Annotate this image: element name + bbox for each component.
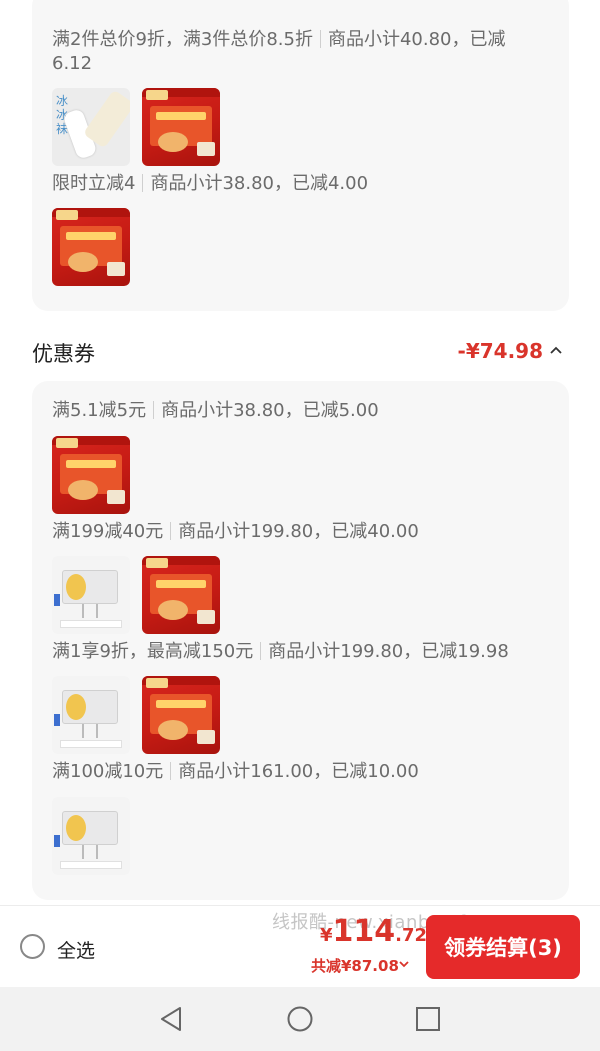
total-saved[interactable]: 共减¥87.08 xyxy=(311,955,399,976)
home-circle-icon[interactable] xyxy=(286,1005,314,1033)
appliance-info-row xyxy=(60,861,122,869)
product-thumb-gift-box[interactable] xyxy=(142,88,220,166)
coupon-card: 满5.1减5元 商品小计38.80，已减5.00 满199减40元 商品小计199.… xyxy=(32,381,569,900)
product-thumb-appliance[interactable] xyxy=(52,797,130,875)
chevron-up-icon[interactable] xyxy=(549,344,563,358)
appliance-light-shape xyxy=(66,694,86,720)
price-tag-shape xyxy=(197,730,215,744)
divider xyxy=(319,30,321,48)
price-currency: ¥ xyxy=(320,925,333,946)
promo-summary: 商品小计40.80，已减 xyxy=(327,29,506,50)
system-navigation-bar xyxy=(0,987,600,1051)
divider xyxy=(153,401,155,419)
total-price: ¥114.72 xyxy=(320,914,427,949)
back-triangle-icon[interactable] xyxy=(158,1005,186,1033)
promo-summary-continued: 6.12 xyxy=(52,53,93,74)
price-tag-shape xyxy=(107,262,125,276)
appliance-stand-shape xyxy=(82,604,98,618)
price-tag-shape xyxy=(197,610,215,624)
product-thumb-socks[interactable]: 冰 冰 袜 xyxy=(52,88,130,166)
coupon-total-amount: -¥74.98 xyxy=(457,339,543,363)
promotion-discount-card: 满2件总价9折，满3件总价8.5折 商品小计40.80，已减 6.12 冰 冰 袜… xyxy=(32,0,569,311)
price-integer: 114 xyxy=(332,914,396,949)
coupon-rule: 满1享9折，最高减150元 xyxy=(52,641,254,662)
appliance-light-shape xyxy=(66,815,86,841)
promo-line: 限时立减4 商品小计38.80，已减4.00 xyxy=(52,172,368,196)
select-all-radio[interactable] xyxy=(20,934,45,959)
product-thumb-gift-box[interactable] xyxy=(52,436,130,514)
divider xyxy=(142,174,144,192)
coupon-section-title: 优惠券 xyxy=(32,342,95,366)
appliance-stand-shape xyxy=(82,845,98,859)
product-thumb-appliance[interactable] xyxy=(52,676,130,754)
price-tag-shape xyxy=(107,490,125,504)
coupon-rule: 满100减10元 xyxy=(52,761,164,782)
coupon-rule: 满199减40元 xyxy=(52,521,164,542)
food-shape xyxy=(68,480,98,500)
appliance-info-row xyxy=(60,740,122,748)
chevron-down-icon[interactable] xyxy=(397,957,411,971)
checkout-button[interactable]: 领券结算(3) xyxy=(426,915,580,979)
promo-rule: 满2件总价9折，满3件总价8.5折 xyxy=(52,29,313,50)
appliance-flag-shape xyxy=(54,714,60,726)
divider xyxy=(170,762,172,780)
promo-summary: 商品小计38.80，已减4.00 xyxy=(150,173,369,194)
coupon-summary: 商品小计199.80，已减19.98 xyxy=(268,641,509,662)
food-shape xyxy=(158,720,188,740)
product-thumb-gift-box[interactable] xyxy=(52,208,130,286)
recent-apps-square-icon[interactable] xyxy=(414,1005,442,1033)
coupon-line: 满1享9折，最高减150元 商品小计199.80，已减19.98 xyxy=(52,640,509,664)
coupon-line: 满5.1减5元 商品小计38.80，已减5.00 xyxy=(52,399,379,423)
promo-line: 满2件总价9折，满3件总价8.5折 商品小计40.80，已减 xyxy=(52,28,506,52)
coupon-rule: 满5.1减5元 xyxy=(52,400,147,421)
checkout-bar: 全选 线报酷-new.xianbao.fun ¥114.72 共减¥87.08 … xyxy=(0,905,600,987)
price-tag-shape xyxy=(197,142,215,156)
coupon-summary: 商品小计161.00，已减10.00 xyxy=(178,761,419,782)
food-shape xyxy=(158,132,188,152)
product-thumb-gift-box[interactable] xyxy=(142,556,220,634)
coupon-summary: 商品小计38.80，已减5.00 xyxy=(161,400,379,421)
food-shape xyxy=(158,600,188,620)
price-decimal: .72 xyxy=(395,925,428,946)
appliance-stand-shape xyxy=(82,724,98,738)
thumb-badge xyxy=(146,678,168,688)
coupon-line: 满100减10元 商品小计161.00，已减10.00 xyxy=(52,760,419,784)
appliance-flag-shape xyxy=(54,594,60,606)
select-all-label[interactable]: 全选 xyxy=(57,936,95,963)
divider xyxy=(170,522,172,540)
appliance-light-shape xyxy=(66,574,86,600)
appliance-info-row xyxy=(60,620,122,628)
thumb-badge xyxy=(146,90,168,100)
promo-rule: 限时立减4 xyxy=(52,173,136,194)
divider xyxy=(260,642,262,660)
coupon-summary: 商品小计199.80，已减40.00 xyxy=(178,521,419,542)
thumb-badge xyxy=(56,210,78,220)
order-detail-scroll[interactable]: 满2件总价9折，满3件总价8.5折 商品小计40.80，已减 6.12 冰 冰 袜… xyxy=(0,0,600,905)
thumb-badge xyxy=(146,558,168,568)
thumb-badge xyxy=(56,438,78,448)
food-shape xyxy=(68,252,98,272)
product-thumb-gift-box[interactable] xyxy=(142,676,220,754)
coupon-line: 满199减40元 商品小计199.80，已减40.00 xyxy=(52,520,419,544)
appliance-flag-shape xyxy=(54,835,60,847)
product-thumb-appliance[interactable] xyxy=(52,556,130,634)
